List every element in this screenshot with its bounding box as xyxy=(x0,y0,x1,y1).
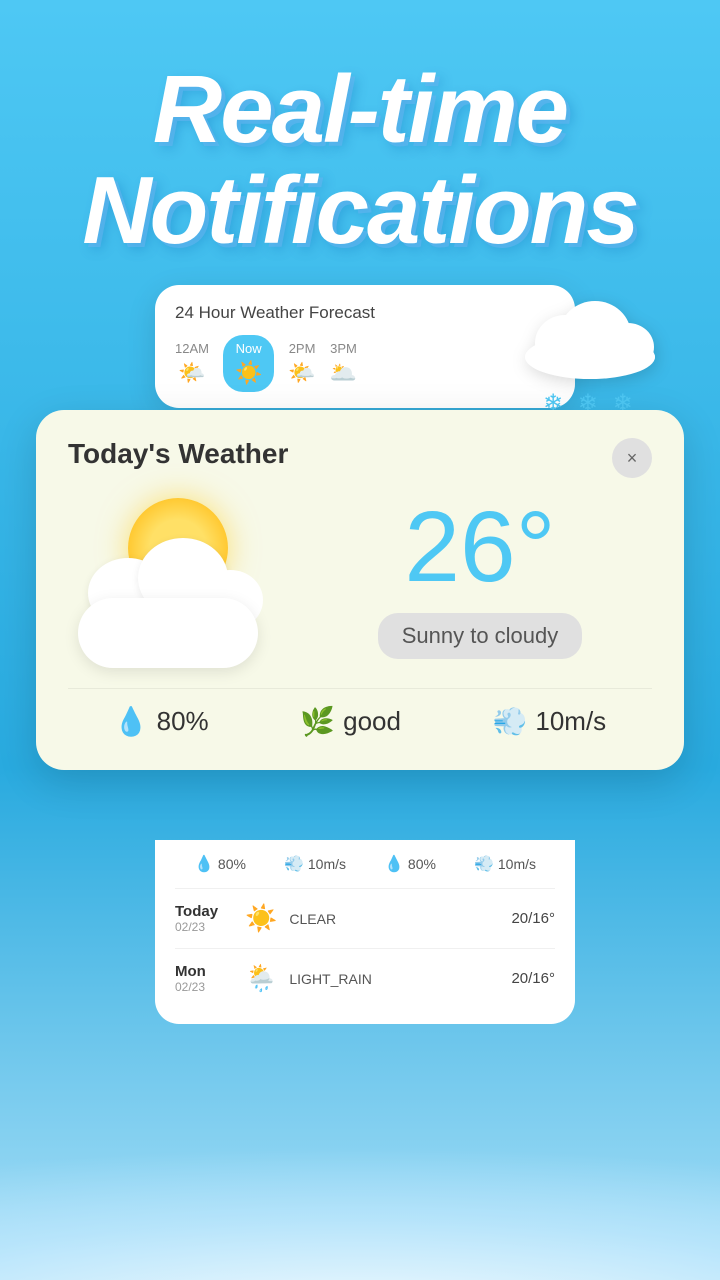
condition-badge: Sunny to cloudy xyxy=(378,613,583,659)
humidity-value: 80% xyxy=(157,706,209,737)
hour-3pm[interactable]: 3PM 🌥️ xyxy=(330,341,357,386)
background-clouds xyxy=(0,1060,720,1280)
bottom-panel: 💧 80% 💨 10m/s 💧 80% 💨 10m/s Today 02/23 … xyxy=(155,840,575,1024)
mini-stats-row: 💧 80% 💨 10m/s 💧 80% 💨 10m/s xyxy=(175,840,555,889)
close-icon: × xyxy=(627,448,638,469)
card-content: 26° Sunny to cloudy xyxy=(68,488,652,668)
title-line1: Real-time xyxy=(0,60,720,161)
weather-notification-card: Today's Weather × 26° Sunny to cloudy 💧 … xyxy=(36,410,684,770)
cloud-body xyxy=(78,598,258,668)
forecast-mon-name: Mon xyxy=(175,963,245,980)
forecast-today-condition: CLEAR xyxy=(289,911,511,927)
forecast-card-title: 24 Hour Weather Forecast xyxy=(175,303,555,323)
hour-12am[interactable]: 12AM 🌤️ xyxy=(175,341,209,386)
card-header: Today's Weather × xyxy=(68,438,652,478)
humidity-icon: 💧 xyxy=(114,705,149,738)
weather-icon-main xyxy=(68,488,288,668)
forecast-card: 24 Hour Weather Forecast 12AM 🌤️ Now ☀️ … xyxy=(155,285,575,408)
air-quality-stat: 🌿 good xyxy=(300,705,401,738)
hour-now[interactable]: Now ☀️ xyxy=(223,335,274,392)
forecast-mon-day: Mon 02/23 xyxy=(175,963,245,994)
forecast-today-temp: 20/16° xyxy=(511,910,555,927)
forecast-mon-date: 02/23 xyxy=(175,980,245,994)
mini-humidity-icon-1: 💧 xyxy=(194,854,214,874)
cloud-icon xyxy=(68,558,268,668)
mini-stat-2: 💨 10m/s xyxy=(284,854,346,874)
forecast-today-icon: ☀️ xyxy=(245,903,277,934)
wind-icon: 💨 xyxy=(493,705,528,738)
weather-info: 26° Sunny to cloudy xyxy=(308,497,652,659)
weather-stats: 💧 80% 🌿 good 💨 10m/s xyxy=(68,688,652,738)
mini-wind-value-2: 10m/s xyxy=(498,856,536,872)
forecast-row-mon: Mon 02/23 🌦️ LIGHT_RAIN 20/16° xyxy=(175,949,555,1008)
hour-2pm[interactable]: 2PM 🌤️ xyxy=(288,341,315,386)
forecast-mon-icon: 🌦️ xyxy=(245,963,277,994)
mini-wind-value-1: 10m/s xyxy=(308,856,346,872)
close-button[interactable]: × xyxy=(612,438,652,478)
mini-stat-3: 💧 80% xyxy=(384,854,436,874)
air-quality-value: good xyxy=(343,706,401,737)
forecast-today-date: 02/23 xyxy=(175,920,245,934)
forecast-row-today: Today 02/23 ☀️ CLEAR 20/16° xyxy=(175,889,555,949)
humidity-stat: 💧 80% xyxy=(114,705,209,738)
page-title: Real-time Notifications xyxy=(0,0,720,262)
mini-wind-icon-1: 💨 xyxy=(284,854,304,874)
mini-stat-4: 💨 10m/s xyxy=(474,854,536,874)
mini-humidity-value-1: 80% xyxy=(218,856,246,872)
mini-wind-icon-2: 💨 xyxy=(474,854,494,874)
air-quality-icon: 🌿 xyxy=(300,705,335,738)
mini-humidity-icon-2: 💧 xyxy=(384,854,404,874)
title-line2: Notifications xyxy=(0,161,720,262)
mini-humidity-value-2: 80% xyxy=(408,856,436,872)
forecast-hours: 12AM 🌤️ Now ☀️ 2PM 🌤️ 3PM 🌥️ xyxy=(175,335,555,392)
forecast-mon-condition: LIGHT_RAIN xyxy=(289,971,511,987)
mini-stat-1: 💧 80% xyxy=(194,854,246,874)
wind-stat: 💨 10m/s xyxy=(493,705,607,738)
cloud-svg-icon xyxy=(520,285,660,380)
forecast-today-name: Today xyxy=(175,903,245,920)
forecast-mon-temp: 20/16° xyxy=(511,970,555,987)
wind-value: 10m/s xyxy=(535,706,606,737)
forecast-today-day: Today 02/23 xyxy=(175,903,245,934)
card-title: Today's Weather xyxy=(68,438,288,470)
temperature-display: 26° xyxy=(404,497,555,597)
